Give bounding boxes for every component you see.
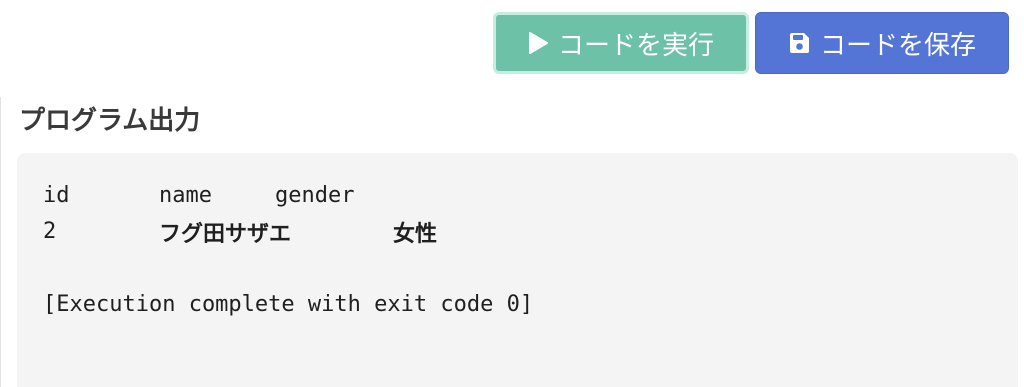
floppy-disk-icon bbox=[788, 32, 810, 54]
panel-border bbox=[0, 97, 7, 387]
code-runner-panel: コードを実行 コードを保存 プログラム出力 id name gender 2 フ… bbox=[0, 0, 1024, 387]
run-code-label: コードを実行 bbox=[557, 30, 714, 61]
output-data-row: 2 フグ田サザエ 女性 bbox=[43, 214, 1018, 251]
save-code-label: コードを保存 bbox=[819, 30, 976, 61]
output-header-name: name bbox=[159, 182, 212, 208]
output-header-row: id name gender bbox=[43, 177, 1018, 214]
play-icon bbox=[528, 32, 548, 54]
output-blank-line bbox=[43, 250, 1018, 287]
run-code-button[interactable]: コードを実行 bbox=[493, 12, 749, 74]
output-exit-message: [Execution complete with exit code 0] bbox=[43, 292, 534, 318]
output-header-id: id bbox=[43, 182, 70, 208]
program-output-box: id name gender 2 フグ田サザエ 女性 [Execution co… bbox=[17, 153, 1018, 387]
output-cell-id: 2 bbox=[43, 219, 57, 245]
output-header-gender: gender bbox=[275, 182, 355, 208]
save-code-button[interactable]: コードを保存 bbox=[755, 12, 1009, 74]
toolbar: コードを実行 コードを保存 bbox=[493, 12, 1009, 74]
program-output-title: プログラム出力 bbox=[19, 106, 201, 136]
output-exit-line: [Execution complete with exit code 0] bbox=[43, 287, 1018, 324]
output-cell-gender: 女性 bbox=[393, 221, 438, 247]
output-cell-name: フグ田サザエ bbox=[159, 221, 292, 247]
